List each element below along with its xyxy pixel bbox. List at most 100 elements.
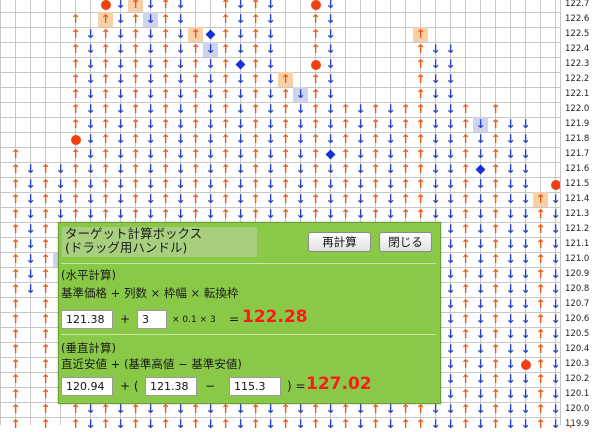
up-arrow-icon: ↑ xyxy=(40,312,51,326)
up-arrow-icon: ↑ xyxy=(40,207,51,221)
up-arrow-icon: ↑ xyxy=(160,27,171,41)
up-arrow-icon: ↑ xyxy=(490,102,501,116)
down-arrow-icon: ↓ xyxy=(293,87,308,102)
column-count-input[interactable]: 3 xyxy=(137,310,167,329)
up-arrow-icon: ↑ xyxy=(128,0,143,12)
base-low-input[interactable]: 115.3 xyxy=(229,377,281,396)
up-arrow-icon: ↑ xyxy=(220,87,231,101)
up-arrow-icon: ↑ xyxy=(40,192,51,206)
plus-paren-operator: + ( xyxy=(120,379,139,393)
down-arrow-icon: ↓ xyxy=(25,162,36,176)
up-arrow-icon: ↑ xyxy=(10,312,21,326)
down-arrow-icon: ↓ xyxy=(25,237,36,251)
down-arrow-icon: ↓ xyxy=(355,192,366,206)
down-arrow-icon: ↓ xyxy=(145,72,156,86)
down-arrow-icon: ↓ xyxy=(115,117,126,131)
down-arrow-icon: ↓ xyxy=(175,207,186,221)
down-arrow-icon: ↓ xyxy=(385,177,396,191)
down-arrow-icon: ↓ xyxy=(505,387,516,401)
up-arrow-icon: ↑ xyxy=(160,57,171,71)
up-arrow-icon: ↑ xyxy=(220,207,231,221)
down-arrow-icon: ↓ xyxy=(355,102,366,116)
up-arrow-icon: ↑ xyxy=(250,147,261,161)
horizontal-formula: 基準価格 + 列数 × 枠幅 × 転換枠 xyxy=(61,286,239,300)
up-arrow-icon: ↑ xyxy=(250,162,261,176)
down-arrow-icon: ↓ xyxy=(355,177,366,191)
down-arrow-icon: ↓ xyxy=(473,117,488,132)
price-label: 122.5 xyxy=(565,29,590,39)
down-arrow-icon: ↓ xyxy=(430,162,441,176)
reversal-circle-icon xyxy=(308,57,323,72)
down-arrow-icon: ↓ xyxy=(295,147,306,161)
up-arrow-icon: ↑ xyxy=(490,297,501,311)
down-arrow-icon: ↓ xyxy=(175,117,186,131)
down-arrow-icon: ↓ xyxy=(295,402,306,416)
up-arrow-icon: ↑ xyxy=(490,372,501,386)
up-arrow-icon: ↑ xyxy=(190,102,201,116)
down-arrow-icon: ↓ xyxy=(25,192,36,206)
down-arrow-icon: ↓ xyxy=(235,42,246,56)
down-arrow-icon: ↓ xyxy=(265,192,276,206)
price-label: 121.4 xyxy=(565,194,590,204)
down-arrow-icon: ↓ xyxy=(115,72,126,86)
drag-handle[interactable]: ターゲット計算ボックス (ドラッグ用ハンドル) xyxy=(62,227,257,257)
up-arrow-icon: ↑ xyxy=(415,147,426,161)
up-arrow-icon: ↑ xyxy=(370,192,381,206)
down-arrow-icon: ↓ xyxy=(235,87,246,101)
up-arrow-icon: ↑ xyxy=(10,222,21,236)
recalculate-button[interactable]: 再計算 xyxy=(308,232,371,252)
up-arrow-icon: ↑ xyxy=(310,102,321,116)
down-arrow-icon: ↓ xyxy=(205,162,216,176)
down-arrow-icon: ↓ xyxy=(475,132,486,146)
down-arrow-icon: ↓ xyxy=(265,12,276,26)
base-price-input[interactable]: 121.38 xyxy=(61,310,113,329)
up-arrow-icon: ↑ xyxy=(415,132,426,146)
up-arrow-icon: ↑ xyxy=(10,147,21,161)
target-calculation-box[interactable]: ターゲット計算ボックス (ドラッグ用ハンドル) 再計算 閉じる (水平計算) 基… xyxy=(58,222,441,404)
up-arrow-icon: ↑ xyxy=(280,162,291,176)
up-arrow-icon: ↑ xyxy=(190,117,201,131)
up-arrow-icon: ↑ xyxy=(310,42,321,56)
reversal-diamond-icon xyxy=(203,27,218,42)
down-arrow-icon: ↓ xyxy=(505,132,516,146)
down-arrow-icon: ↓ xyxy=(475,237,486,251)
up-arrow-icon: ↑ xyxy=(40,267,51,281)
up-arrow-icon: ↑ xyxy=(10,357,21,371)
up-arrow-icon: ↑ xyxy=(310,27,321,41)
down-arrow-icon: ↓ xyxy=(205,147,216,161)
down-arrow-icon: ↓ xyxy=(85,207,96,221)
down-arrow-icon: ↓ xyxy=(385,102,396,116)
up-arrow-icon: ↑ xyxy=(40,372,51,386)
up-arrow-icon: ↑ xyxy=(40,387,51,401)
price-label: 120.6 xyxy=(565,314,590,324)
up-arrow-icon: ↑ xyxy=(535,372,546,386)
equals-operator: = xyxy=(229,312,240,326)
up-arrow-icon: ↑ xyxy=(490,312,501,326)
down-arrow-icon: ↓ xyxy=(520,387,531,401)
down-arrow-icon: ↓ xyxy=(325,402,336,416)
up-arrow-icon: ↑ xyxy=(490,387,501,401)
down-arrow-icon: ↓ xyxy=(115,102,126,116)
price-label: 121.5 xyxy=(565,179,590,189)
price-label: 120.7 xyxy=(565,299,590,309)
down-arrow-icon: ↓ xyxy=(265,57,276,71)
up-arrow-icon: ↑ xyxy=(250,72,261,86)
down-arrow-icon: ↓ xyxy=(475,207,486,221)
down-arrow-icon: ↓ xyxy=(295,207,306,221)
down-arrow-icon: ↓ xyxy=(430,117,441,131)
horizontal-result: 122.28 xyxy=(242,307,308,327)
recent-low-input[interactable]: 120.94 xyxy=(61,377,113,396)
up-arrow-icon: ↑ xyxy=(100,192,111,206)
up-arrow-icon: ↑ xyxy=(98,12,113,27)
down-arrow-icon: ↓ xyxy=(85,147,96,161)
reversal-diamond-icon xyxy=(473,162,488,177)
down-arrow-icon: ↓ xyxy=(145,177,156,191)
down-arrow-icon: ↓ xyxy=(175,132,186,146)
down-arrow-icon: ↓ xyxy=(445,207,456,221)
horizontal-heading: (水平計算) xyxy=(61,268,116,282)
up-arrow-icon: ↑ xyxy=(40,162,51,176)
up-arrow-icon: ↑ xyxy=(310,192,321,206)
base-high-input[interactable]: 121.38 xyxy=(145,377,197,396)
close-button[interactable]: 閉じる xyxy=(379,232,432,252)
down-arrow-icon: ↓ xyxy=(235,147,246,161)
